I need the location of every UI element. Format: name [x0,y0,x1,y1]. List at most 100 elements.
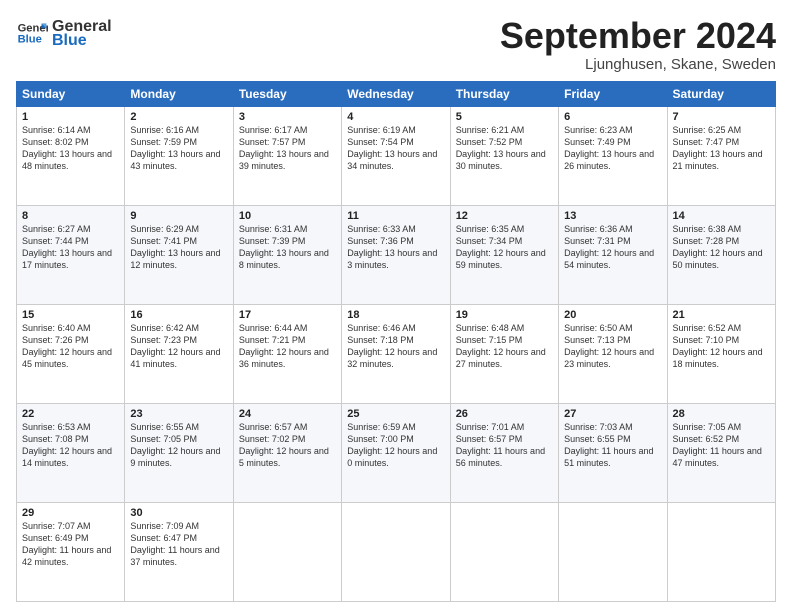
header-saturday: Saturday [667,81,775,106]
day-number: 11 [347,210,444,222]
day-number: 13 [564,210,661,222]
calendar-cell: 7 Sunrise: 6:25 AMSunset: 7:47 PMDaylight… [667,106,775,205]
header-thursday: Thursday [450,81,558,106]
header-tuesday: Tuesday [233,81,341,106]
title-block: September 2024 Ljunghusen, Skane, Sweden [500,16,776,73]
calendar-cell [559,502,667,601]
day-number: 5 [456,111,553,123]
calendar-cell: 2Sunrise: 6:16 AMSunset: 7:59 PMDaylight… [125,106,233,205]
day-number: 7 [673,111,770,123]
day-info: Sunrise: 6:31 AMSunset: 7:39 PMDaylight:… [239,224,329,270]
calendar-cell: 5 Sunrise: 6:21 AMSunset: 7:52 PMDaylight… [450,106,558,205]
day-number: 27 [564,408,661,420]
calendar-cell: 11Sunrise: 6:33 AMSunset: 7:36 PMDayligh… [342,205,450,304]
day-number: 12 [456,210,553,222]
logo: General Blue General Blue [16,16,112,49]
day-number: 21 [673,309,770,321]
calendar-cell: 9 Sunrise: 6:29 AMSunset: 7:41 PMDaylight… [125,205,233,304]
day-info: Sunrise: 6:23 AMSunset: 7:49 PMDaylight:… [564,125,654,171]
day-number: 18 [347,309,444,321]
calendar-body: 1 Sunrise: 6:14 AMSunset: 8:02 PMDaylight… [17,106,776,601]
calendar-cell: 25 Sunrise: 6:59 AMSunset: 7:00 PMDayligh… [342,403,450,502]
day-info: Sunrise: 6:17 AMSunset: 7:57 PMDaylight:… [239,125,329,171]
header-sunday: Sunday [17,81,125,106]
calendar-cell: 4Sunrise: 6:19 AMSunset: 7:54 PMDaylight… [342,106,450,205]
location: Ljunghusen, Skane, Sweden [500,56,776,73]
day-info: Sunrise: 6:57 AMSunset: 7:02 PMDaylight:… [239,422,329,468]
calendar-cell: 12Sunrise: 6:35 AMSunset: 7:34 PMDayligh… [450,205,558,304]
day-info: Sunrise: 6:29 AMSunset: 7:41 PMDaylight:… [130,224,220,270]
calendar-cell: 16Sunrise: 6:42 AMSunset: 7:23 PMDayligh… [125,304,233,403]
day-number: 24 [239,408,336,420]
calendar-table: Sunday Monday Tuesday Wednesday Thursday… [16,81,776,602]
header-monday: Monday [125,81,233,106]
header: General Blue General Blue September 2024… [16,16,776,73]
svg-text:Blue: Blue [18,33,42,45]
day-info: Sunrise: 6:46 AMSunset: 7:18 PMDaylight:… [347,323,437,369]
calendar-cell: 8 Sunrise: 6:27 AMSunset: 7:44 PMDaylight… [17,205,125,304]
day-number: 3 [239,111,336,123]
day-number: 15 [22,309,119,321]
calendar-week-row: 22Sunrise: 6:53 AMSunset: 7:08 PMDayligh… [17,403,776,502]
day-number: 14 [673,210,770,222]
calendar-cell: 26Sunrise: 7:01 AMSunset: 6:57 PMDayligh… [450,403,558,502]
day-info: Sunrise: 6:55 AMSunset: 7:05 PMDaylight:… [130,422,220,468]
day-number: 20 [564,309,661,321]
calendar-cell [450,502,558,601]
day-info: Sunrise: 6:36 AMSunset: 7:31 PMDaylight:… [564,224,654,270]
day-info: Sunrise: 6:25 AMSunset: 7:47 PMDaylight:… [673,125,763,171]
calendar-cell: 23 Sunrise: 6:55 AMSunset: 7:05 PMDayligh… [125,403,233,502]
day-info: Sunrise: 6:50 AMSunset: 7:13 PMDaylight:… [564,323,654,369]
calendar-cell: 18 Sunrise: 6:46 AMSunset: 7:18 PMDayligh… [342,304,450,403]
logo-blue: Blue [52,32,112,50]
calendar-cell [233,502,341,601]
calendar-cell: 29 Sunrise: 7:07 AMSunset: 6:49 PMDayligh… [17,502,125,601]
calendar-cell: 22Sunrise: 6:53 AMSunset: 7:08 PMDayligh… [17,403,125,502]
logo-icon: General Blue [16,17,48,49]
day-number: 19 [456,309,553,321]
day-info: Sunrise: 7:01 AMSunset: 6:57 PMDaylight:… [456,422,545,468]
day-info: Sunrise: 6:21 AMSunset: 7:52 PMDaylight:… [456,125,546,171]
calendar-cell: 28Sunrise: 7:05 AMSunset: 6:52 PMDayligh… [667,403,775,502]
calendar-cell: 15Sunrise: 6:40 AMSunset: 7:26 PMDayligh… [17,304,125,403]
calendar-cell: 3 Sunrise: 6:17 AMSunset: 7:57 PMDaylight… [233,106,341,205]
day-number: 30 [130,507,227,519]
day-number: 25 [347,408,444,420]
calendar-cell: 24 Sunrise: 6:57 AMSunset: 7:02 PMDayligh… [233,403,341,502]
day-info: Sunrise: 6:52 AMSunset: 7:10 PMDaylight:… [673,323,763,369]
day-number: 1 [22,111,119,123]
day-info: Sunrise: 6:27 AMSunset: 7:44 PMDaylight:… [22,224,112,270]
day-info: Sunrise: 7:09 AMSunset: 6:47 PMDaylight:… [130,521,219,567]
day-number: 29 [22,507,119,519]
calendar-cell: 17Sunrise: 6:44 AMSunset: 7:21 PMDayligh… [233,304,341,403]
calendar-cell: 14 Sunrise: 6:38 AMSunset: 7:28 PMDayligh… [667,205,775,304]
header-wednesday: Wednesday [342,81,450,106]
day-number: 22 [22,408,119,420]
calendar-cell: 30 Sunrise: 7:09 AMSunset: 6:47 PMDayligh… [125,502,233,601]
day-number: 8 [22,210,119,222]
calendar-week-row: 29 Sunrise: 7:07 AMSunset: 6:49 PMDayligh… [17,502,776,601]
day-number: 23 [130,408,227,420]
calendar-header: Sunday Monday Tuesday Wednesday Thursday… [17,81,776,106]
day-number: 9 [130,210,227,222]
calendar-cell: 27Sunrise: 7:03 AMSunset: 6:55 PMDayligh… [559,403,667,502]
day-number: 17 [239,309,336,321]
calendar-cell: 20 Sunrise: 6:50 AMSunset: 7:13 PMDayligh… [559,304,667,403]
day-number: 28 [673,408,770,420]
calendar-cell: 19Sunrise: 6:48 AMSunset: 7:15 PMDayligh… [450,304,558,403]
day-info: Sunrise: 7:07 AMSunset: 6:49 PMDaylight:… [22,521,111,567]
calendar-cell: 1 Sunrise: 6:14 AMSunset: 8:02 PMDaylight… [17,106,125,205]
day-info: Sunrise: 6:14 AMSunset: 8:02 PMDaylight:… [22,125,112,171]
day-info: Sunrise: 6:19 AMSunset: 7:54 PMDaylight:… [347,125,437,171]
day-info: Sunrise: 6:59 AMSunset: 7:00 PMDaylight:… [347,422,437,468]
day-info: Sunrise: 6:38 AMSunset: 7:28 PMDaylight:… [673,224,763,270]
calendar-week-row: 8 Sunrise: 6:27 AMSunset: 7:44 PMDaylight… [17,205,776,304]
header-friday: Friday [559,81,667,106]
day-number: 2 [130,111,227,123]
calendar-week-row: 1 Sunrise: 6:14 AMSunset: 8:02 PMDaylight… [17,106,776,205]
calendar-cell [667,502,775,601]
calendar-cell: 21 Sunrise: 6:52 AMSunset: 7:10 PMDayligh… [667,304,775,403]
weekday-header-row: Sunday Monday Tuesday Wednesday Thursday… [17,81,776,106]
calendar-cell: 10Sunrise: 6:31 AMSunset: 7:39 PMDayligh… [233,205,341,304]
day-number: 6 [564,111,661,123]
